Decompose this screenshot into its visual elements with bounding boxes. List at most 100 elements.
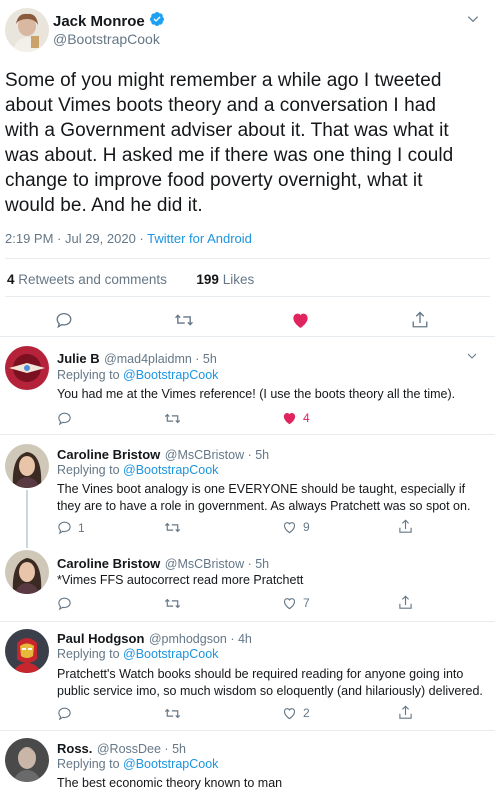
- author-handle[interactable]: @BootstrapCook: [53, 31, 160, 47]
- heart-icon: [283, 413, 296, 425]
- reply-author-name[interactable]: Paul Hodgson: [57, 631, 144, 646]
- share-button[interactable]: [398, 704, 413, 721]
- author-avatar[interactable]: [5, 8, 49, 52]
- like-count: 2: [303, 706, 310, 720]
- author-name-row[interactable]: Jack Monroe: [53, 11, 165, 31]
- reply-text: The best economic theory known to man: [57, 776, 283, 790]
- replying-to: Replying to @BootstrapCook: [57, 463, 218, 477]
- more-options-chevron-down-icon[interactable]: [466, 12, 480, 29]
- like-count: 9: [303, 520, 310, 534]
- speech-bubble-icon: [58, 597, 71, 611]
- reply-button[interactable]: [57, 596, 78, 611]
- tweet-stats: 4 Retweets and comments 199 Likes: [7, 272, 254, 287]
- reply-header: Julie B @mad4plaidmn · 5h: [57, 350, 217, 368]
- reply-text: *Vimes FFS autocorrect read more Pratche…: [57, 573, 304, 587]
- likes-label: Likes: [222, 272, 255, 287]
- reply-header: Ross. @RossDee · 5h: [57, 740, 186, 758]
- retweet-button[interactable]: [174, 311, 194, 329]
- tweet-source-link[interactable]: Twitter for Android: [147, 231, 252, 246]
- divider: [5, 258, 490, 259]
- reply-count: 1: [78, 520, 85, 535]
- retweet-button[interactable]: [164, 706, 187, 721]
- reply-text: Pratchett's Watch books should be requir…: [57, 667, 483, 698]
- thread-connector-line: [26, 490, 28, 548]
- divider: [0, 730, 495, 731]
- replying-to-mention[interactable]: @BootstrapCook: [123, 368, 218, 382]
- tweet-meta: 2:19 PM · Jul 29, 2020 · Twitter for And…: [5, 231, 252, 246]
- share-upload-icon: [399, 705, 412, 719]
- replying-to: Replying to @BootstrapCook: [57, 368, 218, 382]
- reply-text: You had me at the Vimes reference! (I us…: [57, 387, 456, 401]
- reply-author-handle[interactable]: @MsCBristow · 5h: [165, 557, 269, 571]
- author-name[interactable]: Jack Monroe: [53, 13, 145, 30]
- reply-author-name[interactable]: Ross.: [57, 741, 92, 756]
- likes-stat[interactable]: 199 Likes: [196, 272, 254, 287]
- speech-bubble-icon: [58, 707, 71, 721]
- tweet-timestamp[interactable]: 2:19 PM · Jul 29, 2020 ·: [5, 231, 147, 246]
- tweet-text: Some of you might remember a while ago I…: [5, 70, 454, 216]
- replying-to-mention[interactable]: @BootstrapCook: [123, 757, 218, 771]
- reply-avatar[interactable]: [5, 346, 49, 390]
- replying-to-label: Replying to: [57, 368, 120, 382]
- reply-text: The Vines boot analogy is one EVERYONE s…: [57, 482, 471, 513]
- share-upload-icon: [399, 519, 412, 533]
- reply-author-name[interactable]: Caroline Bristow: [57, 556, 160, 571]
- like-count: 4: [303, 411, 310, 425]
- reply-author-name[interactable]: Julie B: [57, 351, 100, 366]
- verified-badge-icon: [149, 11, 165, 31]
- divider: [0, 336, 495, 337]
- reply-header: Caroline Bristow @MsCBristow · 5h: [57, 446, 269, 464]
- reply-button[interactable]: 1: [57, 520, 85, 535]
- likes-count: 199: [196, 272, 219, 287]
- like-button[interactable]: 4: [282, 411, 310, 425]
- heart-icon: [283, 522, 296, 534]
- replying-to-label: Replying to: [57, 463, 120, 477]
- reply-button[interactable]: [57, 411, 78, 426]
- reply-author-handle[interactable]: @mad4plaidmn · 5h: [104, 352, 217, 366]
- retweet-button[interactable]: [164, 520, 187, 535]
- reply-avatar[interactable]: [5, 550, 49, 594]
- replying-to: Replying to @BootstrapCook: [57, 647, 218, 661]
- retweets-stat[interactable]: 4 Retweets and comments: [7, 272, 167, 287]
- share-upload-icon: [412, 311, 428, 328]
- heart-icon: [283, 708, 296, 720]
- reply-button[interactable]: [55, 311, 73, 329]
- reply-avatar[interactable]: [5, 738, 49, 782]
- share-button[interactable]: [398, 518, 413, 535]
- speech-bubble-icon: [56, 312, 72, 329]
- reply-avatar[interactable]: [5, 444, 49, 488]
- reply-author-handle[interactable]: @MsCBristow · 5h: [165, 448, 269, 462]
- like-button[interactable]: [291, 311, 310, 329]
- retweet-arrows-icon: [164, 413, 181, 424]
- replying-to-mention[interactable]: @BootstrapCook: [123, 647, 218, 661]
- share-upload-icon: [399, 595, 412, 609]
- speech-bubble-icon: [58, 412, 71, 426]
- divider: [0, 621, 495, 622]
- retweet-arrows-icon: [164, 598, 181, 609]
- divider: [5, 296, 490, 297]
- retweet-arrows-icon: [164, 522, 181, 533]
- reply-author-name[interactable]: Caroline Bristow: [57, 447, 160, 462]
- like-button[interactable]: 9: [282, 520, 310, 534]
- more-options-chevron-down-icon[interactable]: [466, 350, 478, 365]
- reply-author-handle[interactable]: @RossDee · 5h: [97, 742, 186, 756]
- replying-to: Replying to @BootstrapCook: [57, 757, 218, 771]
- speech-bubble-icon: [58, 521, 71, 535]
- reply-button[interactable]: [57, 706, 78, 721]
- retweet-button[interactable]: [164, 596, 187, 611]
- retweets-count: 4: [7, 272, 15, 287]
- replying-to-mention[interactable]: @BootstrapCook: [123, 463, 218, 477]
- share-button[interactable]: [411, 310, 429, 330]
- retweet-arrows-icon: [175, 314, 193, 326]
- retweet-button[interactable]: [164, 411, 187, 426]
- like-button[interactable]: 7: [282, 596, 310, 610]
- retweet-arrows-icon: [164, 708, 181, 719]
- retweets-label: Retweets and comments: [18, 272, 167, 287]
- reply-avatar[interactable]: [5, 629, 49, 673]
- reply-header: Caroline Bristow @MsCBristow · 5h: [57, 555, 269, 573]
- reply-author-handle[interactable]: @pmhodgson · 4h: [149, 632, 252, 646]
- like-button[interactable]: 2: [282, 706, 310, 720]
- reply-header: Paul Hodgson @pmhodgson · 4h: [57, 630, 252, 648]
- share-button[interactable]: [398, 594, 413, 611]
- divider: [0, 434, 495, 435]
